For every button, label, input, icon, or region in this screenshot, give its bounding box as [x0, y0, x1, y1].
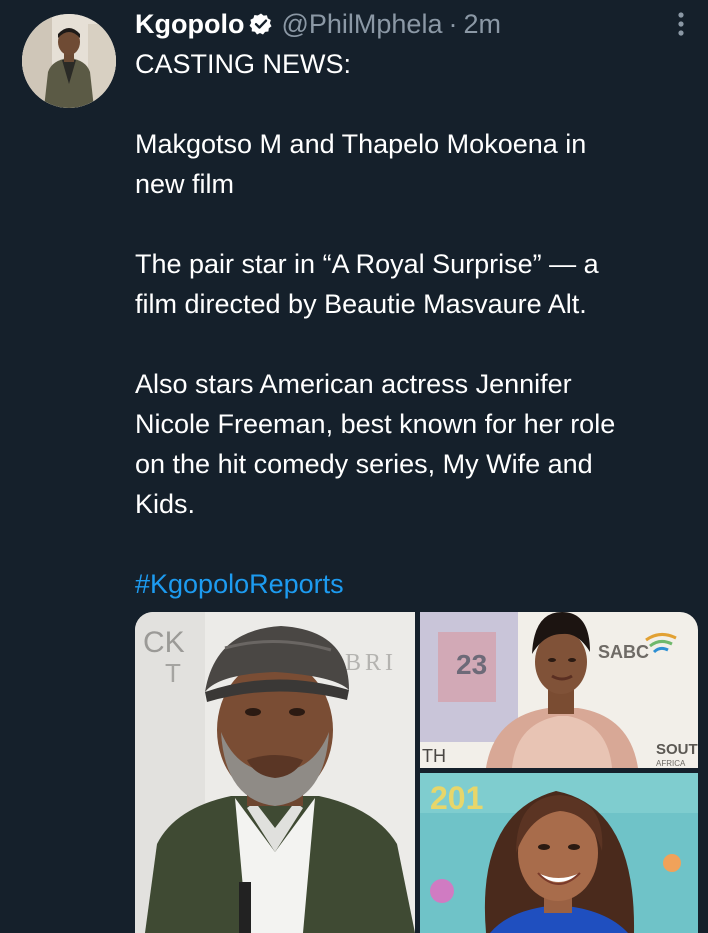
backdrop-text: SOUTH: [656, 741, 698, 758]
photo-jennifer-freeman-icon: 201: [420, 773, 698, 933]
verified-badge-icon: [249, 12, 273, 36]
profile-photo-icon: [22, 14, 116, 108]
tweet-line: [135, 204, 695, 244]
author-display-name[interactable]: Kgopolo: [135, 9, 244, 40]
media-photo-2[interactable]: 23 SABC TH SOUTH AFRICA: [420, 612, 698, 768]
tweet-header: Kgopolo @PhilMphela · 2m: [135, 6, 501, 42]
author-avatar[interactable]: [22, 14, 116, 108]
backdrop-text: SABC: [598, 642, 649, 662]
backdrop-text: T: [165, 658, 181, 688]
backdrop-text: CK: [143, 626, 185, 659]
tweet-line: CASTING NEWS:: [135, 49, 352, 79]
tweet-line: The pair star in “A Royal Surprise” — a …: [135, 249, 599, 319]
tweet-timestamp[interactable]: 2m: [463, 9, 501, 40]
media-grid: CK T BRI 23 SABC TH SOUT AFRICA 201: [135, 612, 698, 933]
tweet-line: [135, 524, 695, 564]
media-photo-3[interactable]: 201: [420, 773, 698, 933]
tweet-line: [135, 84, 695, 124]
tweet-line: Makgotso M and Thapelo Mokoena in new fi…: [135, 129, 587, 199]
tweet-line: Also stars American actress Jennifer Nic…: [135, 369, 616, 519]
photo-thapelo-mokoena-icon: CK T BRI: [135, 612, 415, 933]
backdrop-text: TH: [422, 746, 446, 766]
more-vertical-icon: [678, 12, 684, 36]
hashtag-link[interactable]: #KgopoloReports: [135, 569, 344, 599]
backdrop-text: 201: [430, 780, 483, 816]
photo-makgotso-m-icon: 23 SABC TH SOUTH AFRICA: [420, 612, 698, 768]
backdrop-text: 23: [456, 649, 487, 680]
backdrop-text: BRI: [345, 650, 397, 676]
media-photo-1[interactable]: CK T BRI: [135, 612, 415, 933]
tweet-line: [135, 324, 695, 364]
backdrop-text: AFRICA: [656, 759, 686, 768]
separator-dot: ·: [448, 8, 458, 39]
author-handle[interactable]: @PhilMphela: [281, 9, 442, 40]
tweet-text: CASTING NEWS: Makgotso M and Thapelo Mok…: [135, 44, 695, 604]
more-options-button[interactable]: [666, 8, 696, 40]
